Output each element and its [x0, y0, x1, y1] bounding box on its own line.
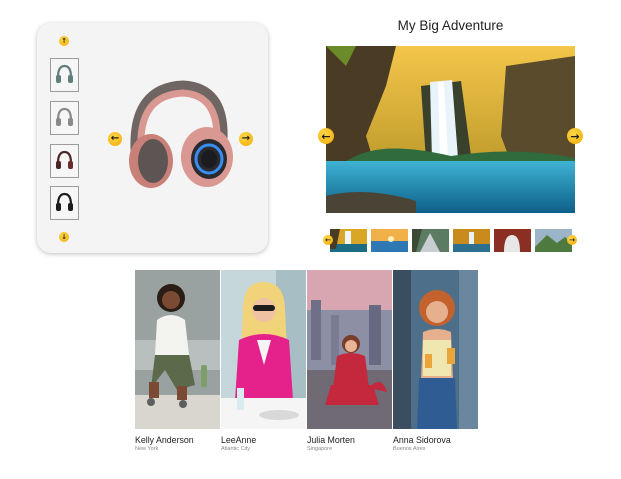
team-member-photo	[307, 270, 392, 429]
slider-thumbnail[interactable]	[412, 229, 449, 252]
person-photo-icon	[307, 270, 392, 429]
arrow-down-icon: ↓	[61, 232, 67, 241]
arrow-right-icon: →	[569, 235, 575, 244]
thumbnail-down-arrow-button[interactable]: ↓	[59, 232, 69, 242]
waterfall-thumb	[330, 229, 367, 252]
team-member-photo	[221, 270, 306, 429]
product-thumbnail[interactable]	[50, 186, 79, 220]
waterfall-image	[326, 46, 575, 213]
thumbnails-prev-button[interactable]: ←	[323, 235, 333, 245]
product-prev-button[interactable]: ←	[108, 132, 122, 146]
product-thumbnail[interactable]	[50, 101, 79, 135]
team-member-name: Anna Sidorova	[393, 435, 451, 445]
product-thumbnail[interactable]	[50, 144, 79, 178]
team-member-name: Julia Morten	[307, 435, 355, 445]
team-member-name: LeeAnne	[221, 435, 257, 445]
pink-headphones-icon	[129, 80, 233, 188]
slider-thumbnail[interactable]	[330, 229, 367, 252]
headphones-teal-icon	[56, 64, 73, 83]
arrow-right-icon: →	[570, 129, 580, 143]
person-photo-icon	[135, 270, 220, 429]
slider-thumbnail[interactable]	[371, 229, 408, 252]
arrow-left-icon: ←	[321, 129, 331, 143]
slider-thumbnail[interactable]	[453, 229, 490, 252]
river-thumb	[412, 229, 449, 252]
arrow-up-icon: ↑	[61, 36, 67, 45]
person-photo-icon	[221, 270, 306, 429]
cave-arch-thumb	[494, 229, 531, 252]
arrow-left-icon: ←	[110, 133, 120, 144]
team-member-photo	[393, 270, 478, 429]
slider-main-image	[326, 46, 575, 213]
slider-next-button[interactable]: →	[567, 128, 583, 144]
thumbnails-next-button[interactable]: →	[567, 235, 577, 245]
forest-falls-thumb	[453, 229, 490, 252]
arrow-right-icon: →	[241, 133, 251, 144]
headphones-black-icon	[56, 192, 73, 211]
team-member-name: Kelly Anderson	[135, 435, 194, 445]
product-gallery-card: ↑ ↓ ← →	[37, 23, 268, 253]
headphones-dark-red-icon	[56, 150, 73, 169]
headphones-grey-icon	[56, 107, 73, 126]
arrow-left-icon: ←	[325, 235, 331, 244]
slider-thumbnail[interactable]	[494, 229, 531, 252]
person-photo-icon	[393, 270, 478, 429]
team-member-card[interactable]: LeeAnne Atlantic City	[221, 270, 306, 452]
team-member-card[interactable]: Julia Morten Singapore	[307, 270, 392, 452]
team-member-city: Buenos Aires	[393, 446, 426, 452]
team-member-city: Atlantic City	[221, 446, 251, 452]
seaside-thumb	[371, 229, 408, 252]
team-member-city: New York	[135, 446, 159, 452]
slider-prev-button[interactable]: ←	[318, 128, 334, 144]
team-member-card[interactable]: Kelly Anderson New York	[135, 270, 220, 452]
product-thumbnail[interactable]	[50, 58, 79, 92]
thumbnail-up-arrow-button[interactable]: ↑	[59, 36, 69, 46]
slider-title: My Big Adventure	[397, 18, 504, 33]
team-member-photo	[135, 270, 220, 429]
product-next-button[interactable]: →	[239, 132, 253, 146]
team-member-city: Singapore	[307, 446, 333, 452]
team-member-card[interactable]: Anna Sidorova Buenos Aires	[393, 270, 478, 452]
